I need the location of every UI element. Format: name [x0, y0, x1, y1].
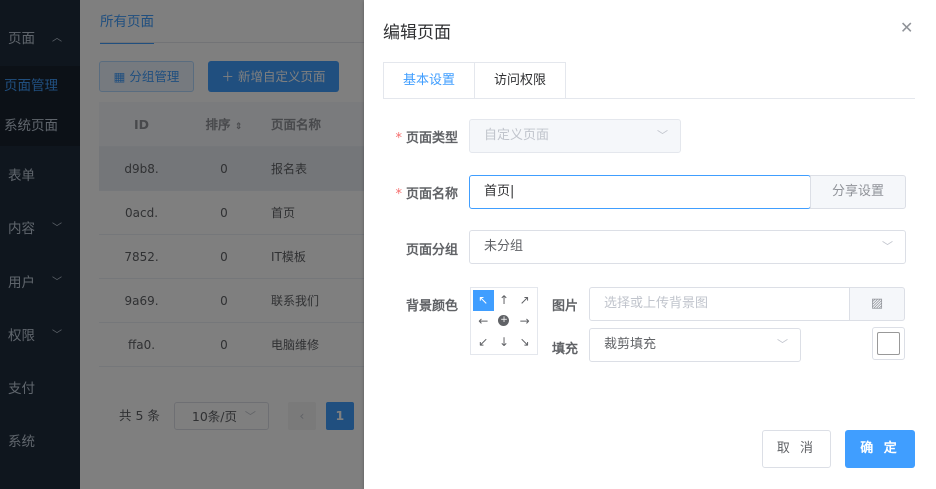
cancel-button[interactable]: 取 消 — [762, 430, 831, 468]
page-type-label: * 页面类型 — [394, 127, 458, 146]
share-settings-button[interactable]: 分享设置 — [810, 175, 906, 209]
image-label: 图片 — [551, 299, 578, 314]
image-icon: ▨ — [870, 296, 884, 311]
fill-label: 填充 — [551, 342, 578, 357]
color-picker[interactable] — [872, 327, 905, 360]
select-value: 未分组 — [484, 239, 524, 254]
arrow-right-icon[interactable]: → — [514, 311, 535, 332]
close-icon[interactable]: ✕ — [900, 18, 913, 37]
tab-divider — [383, 98, 915, 99]
center-plus-icon[interactable]: + — [494, 311, 515, 332]
page-type-select: 自定义页面 ﹀ — [469, 119, 681, 153]
chevron-down-icon: ﹀ — [777, 338, 788, 351]
input-value: 首页| — [484, 184, 515, 199]
arrow-down-icon[interactable]: ↓ — [494, 331, 515, 352]
required-mark: * — [395, 131, 402, 146]
select-value: 裁剪填充 — [604, 337, 657, 352]
tab-basic-settings[interactable]: 基本设置 — [383, 62, 476, 99]
select-value: 自定义页面 — [484, 128, 550, 143]
required-mark: * — [395, 187, 402, 202]
page-name-label: * 页面名称 — [394, 183, 458, 202]
color-swatch — [877, 332, 900, 355]
page-group-label: 页面分组 — [405, 243, 458, 258]
edit-page-dialog: 编辑页面 ✕ 基本设置 访问权限 * 页面类型 自定义页面 ﹀ * 页面名称 首页|… — [364, 0, 936, 489]
tab-access-permission[interactable]: 访问权限 — [475, 62, 567, 99]
input-placeholder: 选择或上传背景图 — [604, 296, 709, 311]
chevron-down-icon: ﹀ — [657, 129, 668, 142]
bg-image-input[interactable]: 选择或上传背景图 — [589, 287, 850, 321]
arrow-down-right-icon[interactable]: ↘ — [514, 331, 535, 352]
image-upload-button[interactable]: ▨ — [849, 287, 905, 321]
label-text: 页面类型 — [405, 131, 458, 146]
label-text: 页面名称 — [405, 187, 458, 202]
chevron-down-icon: ﹀ — [882, 240, 893, 253]
fill-mode-select[interactable]: 裁剪填充 ﹀ — [589, 328, 801, 362]
bg-color-label: 背景颜色 — [405, 299, 458, 314]
dialog-title: 编辑页面 — [383, 23, 451, 43]
dialog-tabs: 基本设置 访问权限 — [383, 62, 567, 99]
position-grid: ↖ ↑ ↗ ← + → ↙ ↓ ↘ — [470, 287, 538, 355]
arrow-up-right-icon[interactable]: ↗ — [514, 290, 535, 311]
arrow-down-left-icon[interactable]: ↙ — [473, 331, 494, 352]
arrow-up-icon[interactable]: ↑ — [494, 290, 515, 311]
arrow-left-icon[interactable]: ← — [473, 311, 494, 332]
page-group-select[interactable]: 未分组 ﹀ — [469, 230, 906, 264]
confirm-button[interactable]: 确 定 — [845, 430, 915, 468]
arrow-up-left-icon[interactable]: ↖ — [473, 290, 494, 311]
page-name-input[interactable]: 首页| — [469, 175, 811, 209]
